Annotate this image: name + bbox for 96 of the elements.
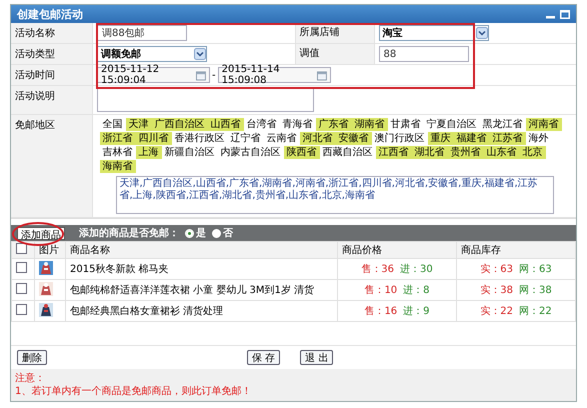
region-option[interactable]: 江苏省: [490, 132, 526, 145]
input-field[interactable]: 调88包邮: [97, 25, 187, 41]
table-cell-text: 售：10: [364, 284, 398, 297]
calendar-icon[interactable]: [316, 70, 327, 80]
region-option[interactable]: 江西省: [376, 146, 412, 159]
table-cell-text: 网：63: [519, 263, 552, 276]
region-option[interactable]: 福建省: [454, 132, 490, 145]
table-cell-text: 网：22: [519, 305, 552, 318]
date-value: 2015-11-12 15:09:04: [101, 64, 160, 86]
region-option[interactable]: 青海省: [280, 118, 316, 131]
region-option[interactable]: 云南省: [264, 132, 300, 145]
date-separator: -: [212, 70, 216, 80]
table-cell: 包邮经典黑白格女童裙衫 清货处理: [66, 300, 338, 322]
region-option[interactable]: 澳门行政区: [372, 132, 428, 145]
region-option[interactable]: 山西省: [208, 118, 244, 131]
field-label: 免邮地区: [11, 115, 93, 218]
dropdown-value: 淘宝: [382, 26, 402, 40]
region-option[interactable]: 山东省: [484, 146, 520, 159]
region-option[interactable]: 上海: [136, 146, 162, 159]
region-option[interactable]: 四川省: [136, 132, 172, 145]
note-text: 1、若订单内有一个商品是免邮商品，则此订单免邮！: [15, 385, 252, 398]
column-header: 商品名称: [66, 242, 338, 258]
region-option[interactable]: 北京: [520, 146, 546, 159]
region-option[interactable]: 香港行政区: [172, 132, 228, 145]
field-label: 调值: [294, 44, 374, 64]
dropdown-caret-icon[interactable]: [476, 27, 488, 39]
region-option[interactable]: 吉林省: [100, 146, 136, 159]
table-cell-text: 售：16: [364, 305, 398, 318]
radio-label: 是: [196, 226, 206, 240]
text-area[interactable]: [97, 88, 314, 112]
field-label: 活动说明: [11, 86, 93, 115]
table-cell-text: 售：36: [361, 263, 394, 276]
region-option[interactable]: 黑龙江省: [480, 118, 526, 131]
radio-button[interactable]: [185, 228, 194, 238]
add-product-button[interactable]: 添加商品: [17, 226, 65, 240]
region-option[interactable]: 河南省: [526, 118, 562, 131]
date-field[interactable]: 2015-11-14 15:09:08: [218, 67, 331, 83]
table-cell-text: 进：9: [403, 304, 430, 318]
column-header: 图片: [34, 242, 66, 258]
region-option[interactable]: 辽宁省: [228, 132, 264, 145]
notes-title: 注意：: [15, 372, 46, 385]
checkbox[interactable]: [16, 283, 27, 294]
date-value: 2015-11-14 15:09:08: [222, 64, 281, 86]
field-label: 活动名称: [11, 23, 93, 44]
dropdown-caret-icon[interactable]: [194, 48, 206, 60]
table-cell: 包邮纯棉舒适喜洋洋莲衣裙 小童 婴幼儿 3M到1岁 清货: [66, 280, 338, 300]
region-option[interactable]: 海外: [526, 132, 552, 145]
free-shipping-question: 添加的商品是否免邮：: [79, 226, 179, 240]
region-option[interactable]: 安徽省: [336, 132, 372, 145]
table-cell-text: 实：63: [480, 262, 513, 276]
column-header: 商品库存: [456, 242, 576, 258]
delete-button[interactable]: 删除: [17, 350, 47, 365]
dropdown[interactable]: 调额免邮: [97, 46, 207, 62]
region-option[interactable]: 天津: [126, 118, 152, 131]
checkbox[interactable]: [16, 243, 27, 254]
region-option[interactable]: 西藏自治区: [320, 146, 376, 159]
field-label: 活动类型: [11, 44, 93, 65]
column-header: 商品价格: [338, 242, 456, 258]
region-option[interactable]: 浙江省: [100, 132, 136, 145]
region-option[interactable]: 广东省: [316, 118, 352, 131]
checkbox[interactable]: [16, 262, 27, 273]
region-option[interactable]: 陕西省: [284, 146, 320, 159]
radio-label: 否: [223, 227, 233, 240]
calendar-icon[interactable]: [196, 70, 206, 80]
region-option[interactable]: 湖北省: [412, 146, 448, 159]
maximize-icon[interactable]: [560, 10, 570, 18]
region-option[interactable]: 河北省: [300, 132, 336, 145]
region-option[interactable]: 贵州省: [448, 146, 484, 159]
input-field[interactable]: 88: [378, 46, 468, 62]
checkbox[interactable]: [16, 304, 27, 315]
text-area[interactable]: 天津,广西自治区,山西省,广东省,湖南省,河南省,浙江省,四川省,河北省,安徽省,重庆,福建省,江苏省,上海,陕西省,江西省,湖北省,贵州省,山东省,北京,海南省: [116, 176, 554, 214]
window-title: 创建包邮活动: [17, 6, 84, 22]
region-option[interactable]: 湖南省: [352, 118, 388, 131]
region-option[interactable]: 内蒙古自治区: [218, 146, 284, 159]
exit-button[interactable]: 退 出: [300, 350, 334, 365]
region-option[interactable]: 台湾省: [244, 118, 280, 131]
radio-button[interactable]: [212, 228, 221, 238]
date-field[interactable]: 2015-11-12 15:09:04: [97, 67, 210, 83]
table-cell: 2015秋冬新款 棉马夹: [66, 258, 338, 280]
table-cell-text: 实：22: [480, 304, 513, 318]
region-option[interactable]: 全国: [100, 118, 126, 131]
table-cell-text: 实：38: [480, 284, 513, 297]
dropdown[interactable]: 淘宝: [378, 25, 488, 41]
field-label: 所属店铺: [294, 23, 374, 43]
dropdown-value: 调额免邮: [101, 47, 141, 61]
region-option[interactable]: 广西自治区: [152, 118, 208, 131]
table-cell-text: 进：30: [400, 262, 433, 276]
table-cell-text: 进：8: [403, 284, 430, 297]
save-button[interactable]: 保 存: [247, 350, 280, 365]
region-option[interactable]: 新疆自治区: [162, 146, 218, 159]
region-option[interactable]: 重庆: [428, 132, 454, 145]
region-option[interactable]: 海南省: [100, 160, 136, 173]
field-label: 活动时间: [11, 65, 93, 86]
region-option[interactable]: 宁夏自治区: [424, 118, 480, 131]
table-cell-text: 网：38: [519, 284, 552, 297]
region-option[interactable]: 甘肃省: [388, 118, 424, 131]
